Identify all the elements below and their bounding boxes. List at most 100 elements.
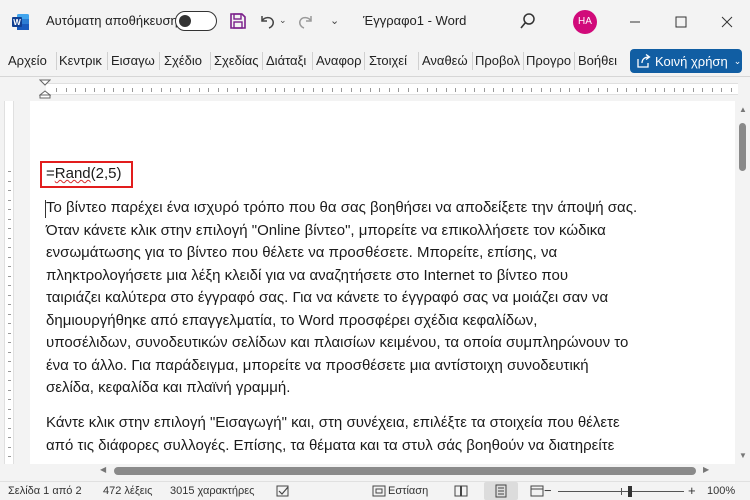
tab-references[interactable]: Αναφορ xyxy=(316,53,362,68)
ruler-tick xyxy=(94,88,95,92)
ruler-tick xyxy=(8,171,11,172)
paragraph-line: ενσωμάτωσης για το βίντεο που θέλετε να … xyxy=(46,244,558,261)
word-logo-icon: W xyxy=(12,14,29,30)
ruler-tick xyxy=(8,389,11,391)
page-count[interactable]: Σελίδα 1 από 2 xyxy=(8,485,82,497)
search-icon[interactable] xyxy=(519,12,537,30)
close-button[interactable] xyxy=(709,8,745,36)
tab-file[interactable]: Αρχείο xyxy=(8,53,54,68)
ruler-tick xyxy=(559,88,561,92)
tab-layout[interactable]: Διάταξι xyxy=(266,53,310,68)
ruler-tick xyxy=(236,88,238,92)
vertical-scrollbar[interactable]: ▲ ▼ xyxy=(735,101,750,464)
tab-developer[interactable]: Προγρο xyxy=(526,53,572,68)
web-layout-icon[interactable] xyxy=(530,484,544,498)
ruler-tick xyxy=(56,88,57,92)
ruler-tick xyxy=(379,88,380,92)
ruler-tick xyxy=(8,285,11,286)
tab-insert[interactable]: Εισαγω xyxy=(111,53,157,68)
maximize-icon xyxy=(675,16,687,28)
share-button[interactable]: Κοινή χρήση ⌄ xyxy=(630,49,742,73)
tab-home[interactable]: Κεντρικ xyxy=(59,53,105,68)
ruler-tick xyxy=(493,88,494,92)
zoom-level[interactable]: 100% xyxy=(707,485,735,497)
document-title: Έγγραφο1 - Word xyxy=(363,13,467,28)
tab-divider xyxy=(523,52,524,70)
avatar[interactable]: HA xyxy=(573,10,597,34)
ruler-tick xyxy=(8,275,11,277)
ruler-tick xyxy=(189,88,190,92)
rand-formula-highlight: =Rand(2,5) xyxy=(40,161,133,188)
vertical-scroll-thumb[interactable] xyxy=(739,123,746,171)
redo-icon[interactable] xyxy=(297,12,315,30)
ruler-tick xyxy=(645,88,646,92)
document-page[interactable]: =Rand(2,5) Το βίντεο παρέχει ένα ισχυρό … xyxy=(30,101,735,464)
autosave-toggle[interactable] xyxy=(175,11,217,31)
focus-label[interactable]: Εστίαση xyxy=(388,485,428,497)
ruler-tick xyxy=(341,88,342,92)
zoom-slider-thumb[interactable] xyxy=(628,486,632,497)
tab-divider xyxy=(159,52,160,70)
word-count[interactable]: 472 λέξεις xyxy=(103,485,152,497)
ruler-tick xyxy=(8,351,11,353)
ruler-tick xyxy=(616,88,618,92)
ruler-tick xyxy=(597,88,599,92)
tab-divider xyxy=(418,52,419,70)
ruler-tick xyxy=(512,88,513,92)
ruler-tick xyxy=(673,88,675,92)
ruler-tick xyxy=(132,88,133,92)
customize-qat-icon[interactable]: ⌄ xyxy=(330,14,339,27)
ruler-tick xyxy=(103,88,105,92)
paragraph-line: πληκτρολογήσετε μια λέξη κλειδί για να α… xyxy=(46,266,569,284)
ruler-tick xyxy=(8,323,11,324)
tab-design[interactable]: Σχεδίας xyxy=(214,53,260,68)
tab-divider xyxy=(210,52,211,70)
character-count[interactable]: 3015 χαρακτήρες xyxy=(170,485,254,497)
ruler-tick xyxy=(398,88,399,92)
ruler-tick xyxy=(426,88,428,92)
ruler-tick xyxy=(170,88,171,92)
horizontal-scrollbar[interactable]: ◀ ▶ xyxy=(98,464,735,478)
tab-view[interactable]: Προβολ xyxy=(475,53,521,68)
ruler-tick xyxy=(407,88,409,92)
tab-draw[interactable]: Σχέδιο xyxy=(164,53,208,68)
scroll-up-icon[interactable]: ▲ xyxy=(739,105,747,114)
ruler-tick xyxy=(84,88,86,92)
proofing-icon[interactable] xyxy=(276,484,290,498)
tab-review[interactable]: Αναθεώ xyxy=(422,53,470,68)
share-dropdown-icon[interactable]: ⌄ xyxy=(734,56,742,67)
ruler-tick xyxy=(683,88,684,92)
minimize-button[interactable] xyxy=(617,8,653,36)
ruler-tick xyxy=(445,88,447,92)
ruler-tick xyxy=(8,209,11,210)
close-icon xyxy=(721,16,733,28)
horizontal-scroll-thumb[interactable] xyxy=(114,467,696,475)
minimize-icon xyxy=(630,21,640,23)
ruler-tick xyxy=(455,88,456,92)
undo-dropdown-icon[interactable]: ⌄ xyxy=(279,15,287,26)
ruler-tick xyxy=(8,313,11,315)
tab-help[interactable]: Βοήθει xyxy=(578,53,626,68)
zoom-out-button[interactable]: − xyxy=(544,483,552,498)
ruler-tick xyxy=(227,88,228,92)
scroll-down-icon[interactable]: ▼ xyxy=(739,451,747,460)
paragraph-line: υποσέλιδων, συνοδευτικών σελίδων και πλα… xyxy=(46,334,629,351)
ruler-tick xyxy=(569,88,570,92)
ruler-tick xyxy=(360,88,361,92)
maximize-button[interactable] xyxy=(663,8,699,36)
scroll-left-icon[interactable]: ◀ xyxy=(100,465,106,474)
indent-marker-icon[interactable] xyxy=(39,79,51,99)
zoom-in-button[interactable]: + xyxy=(688,483,696,498)
ruler-tick xyxy=(369,88,371,92)
save-icon[interactable] xyxy=(229,12,247,30)
ruler-tick xyxy=(417,88,418,92)
read-mode-icon[interactable] xyxy=(454,484,468,498)
vertical-ruler xyxy=(0,101,30,464)
focus-icon[interactable] xyxy=(372,484,386,498)
print-layout-icon[interactable] xyxy=(494,484,508,498)
undo-icon[interactable] xyxy=(258,12,276,30)
scroll-right-icon[interactable]: ▶ xyxy=(703,465,709,474)
tab-mailings[interactable]: Στοιχεί xyxy=(369,53,416,68)
ruler-tick xyxy=(312,88,314,92)
ruler-tick xyxy=(730,88,732,92)
